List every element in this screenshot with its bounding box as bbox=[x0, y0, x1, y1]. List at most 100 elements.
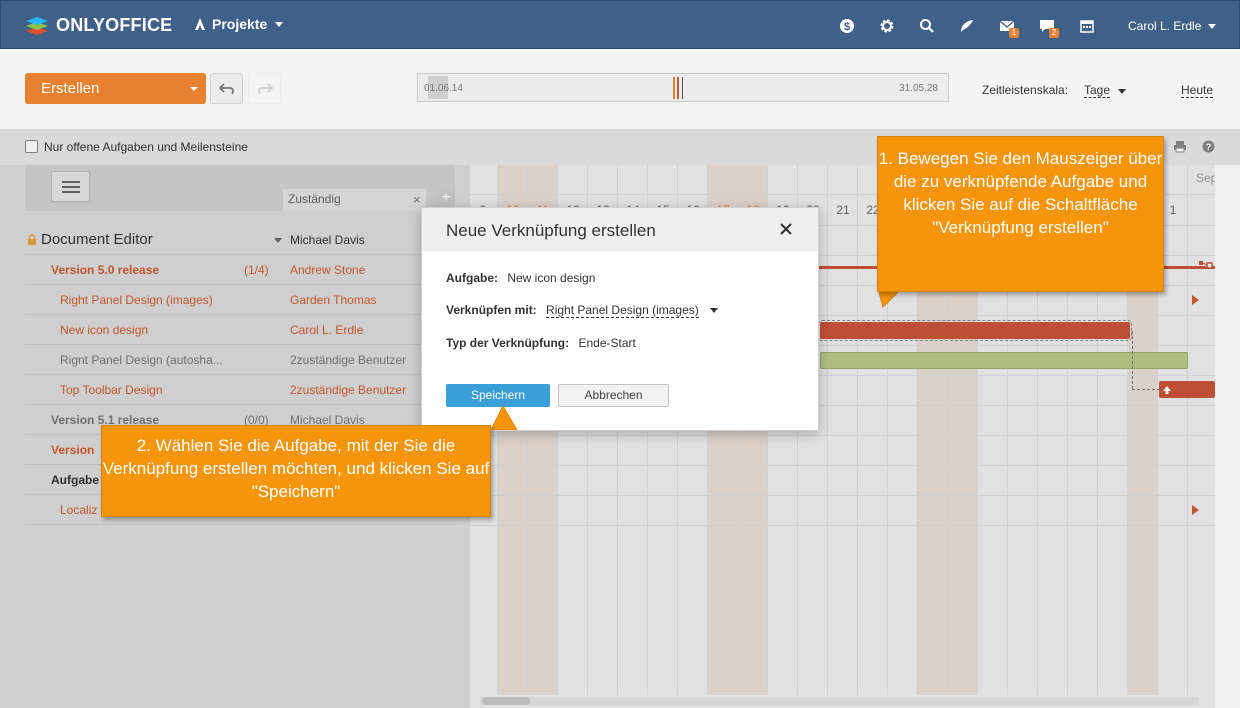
chevron-down-icon bbox=[275, 21, 284, 27]
onlyoffice-logo-icon bbox=[25, 13, 49, 37]
type-label: Typ der Verknüpfung: bbox=[446, 336, 570, 350]
mail-badge: 1 bbox=[1009, 28, 1019, 38]
top-navigation-bar: ONLYOFFICE Projekte $ 1 2 Carol L. Erdle bbox=[0, 0, 1240, 49]
create-link-dialog: Neue Verknüpfung erstellen Aufgabe: New … bbox=[421, 207, 819, 431]
timeline-marker bbox=[677, 77, 679, 99]
projects-icon bbox=[195, 18, 205, 30]
hint-callout-step-1: 1. Bewegen Sie den Mauszeiger über die z… bbox=[877, 136, 1164, 292]
cancel-button[interactable]: Abbrechen bbox=[558, 384, 669, 407]
logo-text: ONLYOFFICE bbox=[56, 14, 173, 35]
close-icon[interactable] bbox=[779, 222, 793, 239]
list-item[interactable]: Top Toolbar Design 2zuständige Benutzer bbox=[25, 375, 455, 405]
type-value: Ende-Start bbox=[578, 336, 636, 350]
redo-icon bbox=[257, 82, 273, 94]
close-icon[interactable]: × bbox=[413, 192, 421, 207]
task-name: Localiz bbox=[60, 503, 98, 517]
dialog-type-row: Typ der Verknüpfung: Ende-Start bbox=[446, 336, 636, 350]
list-item[interactable]: Right Panel Design (images) Garden Thoma… bbox=[25, 285, 455, 315]
project-responsible: Michael Davis bbox=[290, 233, 365, 247]
scrollbar-thumb[interactable] bbox=[482, 697, 530, 705]
user-menu[interactable]: Carol L. Erdle bbox=[1128, 19, 1217, 33]
gantt-day-column bbox=[828, 165, 858, 695]
task-label: Aufgabe: bbox=[446, 271, 498, 285]
dialog-header: Neue Verknüpfung erstellen bbox=[422, 208, 818, 251]
dialog-title: Neue Verknüpfung erstellen bbox=[446, 221, 656, 240]
milestone-end-icon bbox=[1199, 259, 1213, 273]
timeline-navigator[interactable]: 01.06.14 31.05.28 bbox=[417, 73, 949, 102]
project-row[interactable]: Document Editor Michael Davis bbox=[25, 225, 455, 255]
logo[interactable]: ONLYOFFICE bbox=[25, 13, 172, 37]
task-responsible: Garden Thomas bbox=[290, 293, 377, 307]
milestone-name: Version bbox=[51, 443, 95, 457]
dialog-link-row: Verknüpfen mit: Right Panel Design (imag… bbox=[446, 303, 719, 318]
expand-arrow-icon[interactable] bbox=[1192, 295, 1199, 305]
chat-badge: 2 bbox=[1049, 28, 1059, 38]
task-responsible: 2zuständige Benutzer bbox=[290, 353, 407, 367]
task-responsible: 2zuständige Benutzer bbox=[290, 383, 407, 397]
task-responsible: Carol L. Erdle bbox=[290, 323, 364, 337]
create-button-label: Erstellen bbox=[41, 80, 100, 97]
task-name: Top Toolbar Design bbox=[60, 383, 163, 397]
chevron-down-icon bbox=[190, 87, 198, 91]
svg-text:$: $ bbox=[844, 21, 850, 33]
project-name: Document Editor bbox=[41, 231, 153, 248]
gear-icon[interactable] bbox=[867, 15, 907, 37]
list-item[interactable]: New icon design Carol L. Erdle bbox=[25, 315, 455, 345]
timeline-start-date: 01.06.14 bbox=[424, 83, 463, 94]
gantt-day-label: 21 bbox=[836, 203, 850, 217]
calendar-icon[interactable] bbox=[1067, 15, 1107, 37]
feed-icon[interactable] bbox=[947, 15, 987, 37]
lock-icon bbox=[27, 234, 37, 248]
dollar-icon[interactable]: $ bbox=[827, 15, 867, 37]
hint-callout-step-2: 2. Wählen Sie die Aufgabe, mit der Sie d… bbox=[101, 425, 491, 517]
link-line bbox=[1132, 389, 1160, 390]
open-only-checkbox[interactable] bbox=[25, 140, 38, 153]
task-value: New icon design bbox=[507, 271, 596, 285]
chevron-down-icon bbox=[1208, 23, 1217, 29]
chevron-down-icon[interactable] bbox=[710, 308, 719, 314]
help-icon[interactable]: ? bbox=[1202, 140, 1215, 156]
timeline-current-marker bbox=[682, 77, 683, 99]
timeline-scale-label: Zeitleistenskala: bbox=[982, 83, 1069, 97]
print-icon[interactable] bbox=[1173, 140, 1187, 156]
list-item[interactable]: Rignt Panel Design (autosha... 2zuständi… bbox=[25, 345, 455, 375]
user-name: Carol L. Erdle bbox=[1128, 19, 1202, 33]
task-bar-new-icon-design[interactable] bbox=[818, 320, 1132, 341]
milestone-responsible: Andrew Stone bbox=[290, 263, 366, 277]
dialog-task-row: Aufgabe: New icon design bbox=[446, 271, 595, 285]
group-name: Aufgabe bbox=[51, 473, 99, 487]
chevron-down-icon[interactable] bbox=[274, 238, 282, 243]
callout-pointer bbox=[490, 404, 518, 430]
gantt-toolbar: Erstellen 01.06.14 31.05.28 Zeitleistens… bbox=[0, 49, 1240, 129]
milestone-name: Version 5.0 release bbox=[51, 263, 160, 277]
menu-button[interactable] bbox=[51, 171, 90, 202]
milestone-count: (1/4) bbox=[244, 263, 269, 277]
timeline-scale-select[interactable]: Tage bbox=[1084, 83, 1111, 98]
task-name: New icon design bbox=[60, 323, 149, 337]
undo-icon bbox=[218, 82, 234, 94]
list-item[interactable]: Version 5.0 release (1/4) Andrew Stone bbox=[25, 255, 455, 285]
task-name: Rignt Panel Design (autosha... bbox=[60, 353, 223, 367]
link-label: Verknüpfen mit: bbox=[446, 303, 537, 317]
today-link[interactable]: Heute bbox=[1181, 83, 1214, 98]
search-icon[interactable] bbox=[907, 15, 947, 37]
link-task-select[interactable]: Right Panel Design (images) bbox=[546, 303, 699, 318]
task-name: Right Panel Design (images) bbox=[60, 293, 213, 307]
link-line bbox=[1132, 331, 1133, 389]
open-only-label[interactable]: Nur offene Aufgaben und Meilensteine bbox=[44, 140, 248, 154]
undo-button[interactable] bbox=[210, 73, 243, 104]
column-header-responsible[interactable]: Zuständig bbox=[283, 189, 426, 211]
gantt-month-label: Sep bbox=[1196, 171, 1215, 185]
chevron-down-icon bbox=[1118, 89, 1126, 94]
task-bar-top-toolbar[interactable] bbox=[1159, 381, 1215, 398]
timeline-marker bbox=[673, 77, 675, 99]
mail-icon[interactable]: 1 bbox=[987, 15, 1027, 38]
expand-arrow-icon[interactable] bbox=[1192, 505, 1199, 515]
horizontal-scrollbar[interactable] bbox=[480, 697, 1198, 705]
redo-button[interactable] bbox=[248, 73, 281, 104]
svg-text:?: ? bbox=[1206, 142, 1212, 152]
module-switcher[interactable]: Projekte bbox=[194, 16, 284, 32]
chat-icon[interactable]: 2 bbox=[1027, 15, 1067, 38]
create-button[interactable]: Erstellen bbox=[25, 73, 206, 104]
timeline-end-date: 31.05.28 bbox=[899, 83, 938, 94]
